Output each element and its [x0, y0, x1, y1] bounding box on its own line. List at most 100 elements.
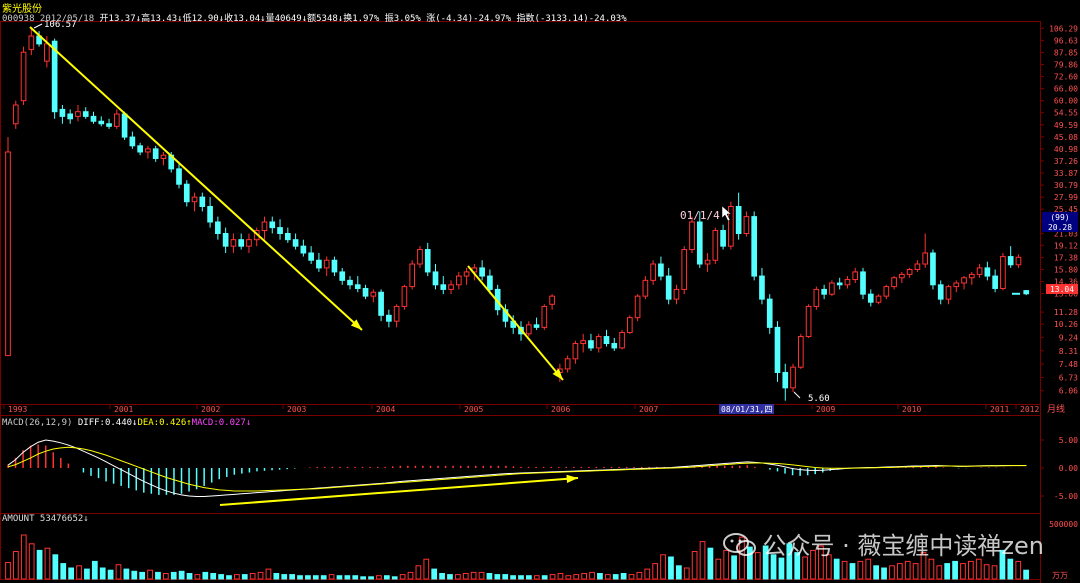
amount-bar: [107, 569, 114, 580]
candle-body: [704, 259, 711, 265]
candle-body: [953, 282, 960, 288]
amount-bar: [691, 551, 698, 580]
candle-body: [790, 366, 796, 389]
amount-bar: [612, 574, 619, 580]
trend-line: [467, 265, 564, 381]
grid-lines: [0, 21, 1041, 583]
header-field: 000938: [2, 14, 35, 24]
candle-body: [284, 233, 291, 241]
amount-bar: [91, 560, 98, 580]
amount-bar: [470, 571, 477, 580]
amount-bar: [178, 570, 185, 580]
candle-body: [90, 115, 97, 122]
y-tick-label: 106.29: [1049, 24, 1078, 33]
amount-bar: [423, 558, 430, 580]
x-tick-label: 2001: [114, 405, 133, 414]
candle-body: [1007, 256, 1014, 266]
y-tick-label: 6.73: [1059, 373, 1078, 382]
candle-body: [183, 183, 190, 203]
x-tick-label: 2006: [551, 405, 570, 414]
candle-body: [463, 271, 470, 277]
amount-bar: [960, 563, 966, 580]
candle-body: [930, 252, 936, 286]
candle-body: [152, 148, 159, 159]
candle-body: [176, 168, 182, 185]
watermark-text: 公众号 · 薇宝缠中读禅zen: [762, 532, 1044, 560]
candle-body: [813, 288, 820, 307]
candle-body: [207, 205, 213, 223]
amount-bar: [312, 575, 319, 580]
candle-body: [549, 295, 555, 305]
candle-body: [782, 371, 789, 389]
cursor-label: 01/1/4: [680, 209, 720, 222]
candle-body: [821, 288, 827, 295]
y-tick-label: 6.06: [1059, 387, 1078, 396]
candle-body: [354, 284, 361, 289]
x-tick-label: 2005: [464, 405, 483, 414]
candle-body: [712, 230, 719, 261]
y-tick-label: 19.12: [1054, 241, 1078, 250]
y-tick-label: 72.60: [1054, 73, 1078, 82]
candle-body: [899, 273, 905, 279]
x-tick-label: 2011: [990, 405, 1009, 414]
candle-body: [238, 239, 245, 247]
ua-price: 20.28: [1048, 223, 1072, 232]
amount-bar: [541, 575, 548, 580]
candle-body: [261, 221, 268, 232]
header-field: 低12.90↓: [182, 14, 225, 24]
candle-body: [401, 286, 408, 307]
candle-body: [75, 111, 81, 117]
amount-bar: [865, 558, 872, 580]
candle-body: [774, 326, 781, 373]
candle-body: [914, 263, 921, 270]
candle-body: [292, 239, 299, 247]
amount-bar: [896, 563, 903, 580]
candle-body: [634, 295, 641, 319]
macd-y-tick-label: 0.00: [1059, 464, 1078, 473]
amount-bar: [549, 574, 556, 580]
candle-body: [160, 154, 167, 159]
candle-body: [67, 113, 74, 120]
amount-bar: [936, 565, 943, 580]
y-tick-label: 15.80: [1054, 265, 1078, 274]
candle-body: [673, 288, 680, 300]
candle-body: [222, 233, 229, 247]
macd-diff-line: [7, 439, 1027, 498]
amount-bar: [383, 575, 390, 580]
header-field: 2012/05/18: [34, 14, 100, 24]
amount-bar: [20, 534, 27, 580]
header-field: 开13.37↓: [99, 14, 142, 24]
amount-bar: [391, 576, 398, 580]
amount-bar: [597, 573, 603, 580]
candle-body: [339, 271, 346, 281]
amount-bar: [486, 573, 493, 580]
amount-bar: [533, 575, 540, 580]
amount-bar: [660, 554, 666, 580]
amount-bar: [699, 541, 706, 580]
candle-body: [836, 282, 843, 286]
amount-bar: [170, 571, 177, 580]
amount-bar: [360, 576, 367, 580]
candle-body: [269, 221, 276, 229]
header-field: 量40649↓: [265, 14, 308, 24]
candle-body: [681, 249, 688, 290]
amount-bar: [447, 574, 453, 580]
candle-body: [246, 239, 252, 247]
amount-bar: [668, 556, 674, 580]
candle-body: [735, 205, 742, 235]
ua-value: (99): [1050, 213, 1069, 222]
x-tick-label: 2007: [639, 405, 658, 414]
macd-panel: 5.00 0.00 -5.00: [7, 436, 1078, 501]
amount-bar: [218, 574, 224, 580]
crosshair-date: 08/01/31,四: [721, 405, 772, 414]
candle-body: [331, 259, 338, 273]
header-field: MACD(26,12,9): [2, 418, 78, 428]
candle-body: [487, 275, 493, 290]
candle-body: [82, 111, 89, 117]
amount-bar: [202, 571, 209, 580]
y-tick-label: 87.85: [1054, 48, 1078, 57]
candle-body: [409, 263, 416, 288]
candle-body: [424, 249, 431, 273]
candle-body: [665, 275, 672, 300]
candle-body: [106, 123, 112, 127]
